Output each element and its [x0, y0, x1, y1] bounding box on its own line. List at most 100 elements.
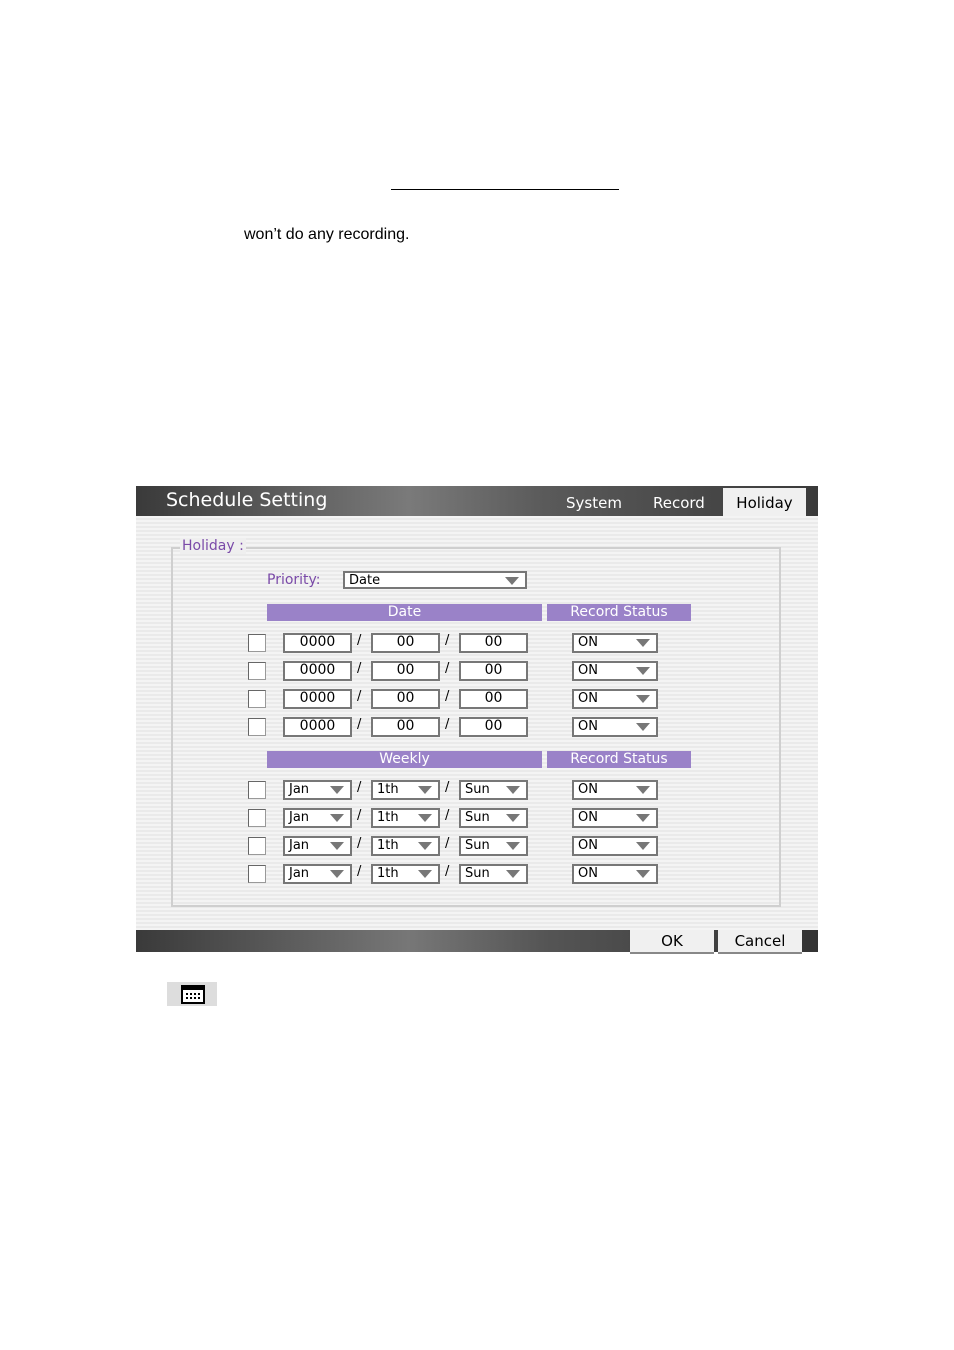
date-row-checkbox[interactable] — [248, 690, 266, 708]
week-value: 1th — [377, 866, 399, 881]
footer-bar: OK Cancel — [136, 930, 818, 954]
weekly-weekday-select[interactable]: Sun — [459, 808, 528, 828]
tab-holiday[interactable]: Holiday — [723, 488, 806, 516]
weekly-record-status-select[interactable]: ON — [572, 808, 658, 828]
chevron-down-icon — [636, 842, 650, 850]
weekly-weekday-select[interactable]: Sun — [459, 836, 528, 856]
weekly-row-checkbox[interactable] — [248, 781, 266, 799]
tab-system[interactable]: System — [566, 494, 622, 512]
separator: / — [357, 717, 362, 732]
separator: / — [445, 836, 450, 851]
weekly-week-select[interactable]: 1th — [371, 780, 440, 800]
month-value: Jan — [289, 838, 310, 853]
date-year-input[interactable]: 0000 — [283, 717, 352, 737]
chevron-down-icon — [636, 723, 650, 731]
chevron-down-icon — [636, 695, 650, 703]
date-year-input[interactable]: 0000 — [283, 689, 352, 709]
date-day-input[interactable]: 00 — [459, 717, 528, 737]
weekday-value: Sun — [465, 782, 490, 797]
date-record-status-select[interactable]: ON — [572, 689, 658, 709]
separator: / — [357, 864, 362, 879]
date-month-input[interactable]: 00 — [371, 689, 440, 709]
weekly-record-status-select[interactable]: ON — [572, 836, 658, 856]
month-value: Jan — [289, 866, 310, 881]
separator: / — [445, 633, 450, 648]
priority-label: Priority: — [267, 572, 321, 588]
title-bar: Schedule Setting System Record Holiday — [136, 486, 818, 516]
chevron-down-icon — [330, 786, 344, 794]
chevron-down-icon — [505, 577, 519, 585]
separator: / — [445, 864, 450, 879]
separator: / — [357, 689, 362, 704]
year-value: 0000 — [299, 718, 336, 734]
chevron-down-icon — [418, 870, 432, 878]
weekly-week-select[interactable]: 1th — [371, 808, 440, 828]
date-month-input[interactable]: 00 — [371, 633, 440, 653]
chevron-down-icon — [506, 814, 520, 822]
weekly-month-select[interactable]: Jan — [283, 836, 352, 856]
chevron-down-icon — [418, 814, 432, 822]
separator: / — [357, 661, 362, 676]
status-value: ON — [578, 838, 598, 853]
weekly-month-select[interactable]: Jan — [283, 864, 352, 884]
weekly-row-checkbox[interactable] — [248, 809, 266, 827]
month-value: Jan — [289, 782, 310, 797]
weekly-record-status-select[interactable]: ON — [572, 864, 658, 884]
separator: / — [445, 780, 450, 795]
separator: / — [357, 633, 362, 648]
record-status-header-weekly: Record Status — [547, 751, 691, 768]
weekly-week-select[interactable]: 1th — [371, 836, 440, 856]
underline-rule — [391, 189, 619, 190]
date-row-checkbox[interactable] — [248, 634, 266, 652]
cancel-button[interactable]: Cancel — [718, 930, 802, 954]
group-label: Holiday : — [180, 538, 246, 554]
ok-button[interactable]: OK — [630, 930, 714, 954]
status-value: ON — [578, 663, 598, 678]
month-value: 00 — [396, 718, 415, 734]
day-value: 00 — [484, 634, 503, 650]
tab-record[interactable]: Record — [653, 494, 705, 512]
date-row-checkbox[interactable] — [248, 662, 266, 680]
weekly-row-checkbox[interactable] — [248, 865, 266, 883]
date-day-input[interactable]: 00 — [459, 633, 528, 653]
priority-value: Date — [349, 573, 381, 588]
chevron-down-icon — [636, 667, 650, 675]
day-value: 00 — [484, 718, 503, 734]
priority-select[interactable]: Date — [343, 571, 527, 589]
weekly-weekday-select[interactable]: Sun — [459, 780, 528, 800]
weekly-weekday-select[interactable]: Sun — [459, 864, 528, 884]
date-record-status-select[interactable]: ON — [572, 633, 658, 653]
date-day-input[interactable]: 00 — [459, 689, 528, 709]
weekly-row-checkbox[interactable] — [248, 837, 266, 855]
year-value: 0000 — [299, 634, 336, 650]
month-value: 00 — [396, 634, 415, 650]
chevron-down-icon — [330, 870, 344, 878]
status-value: ON — [578, 691, 598, 706]
separator: / — [357, 836, 362, 851]
weekly-month-select[interactable]: Jan — [283, 808, 352, 828]
month-value: 00 — [396, 690, 415, 706]
date-month-input[interactable]: 00 — [371, 661, 440, 681]
week-value: 1th — [377, 838, 399, 853]
date-year-input[interactable]: 0000 — [283, 661, 352, 681]
date-year-input[interactable]: 0000 — [283, 633, 352, 653]
weekly-record-status-select[interactable]: ON — [572, 780, 658, 800]
weekday-value: Sun — [465, 810, 490, 825]
month-value: 00 — [396, 662, 415, 678]
status-value: ON — [578, 866, 598, 881]
weekday-value: Sun — [465, 838, 490, 853]
date-row-checkbox[interactable] — [248, 718, 266, 736]
date-day-input[interactable]: 00 — [459, 661, 528, 681]
chevron-down-icon — [418, 842, 432, 850]
calendar-icon — [167, 982, 217, 1006]
date-month-input[interactable]: 00 — [371, 717, 440, 737]
chevron-down-icon — [636, 814, 650, 822]
weekly-week-select[interactable]: 1th — [371, 864, 440, 884]
chevron-down-icon — [330, 814, 344, 822]
status-value: ON — [578, 635, 598, 650]
chevron-down-icon — [506, 786, 520, 794]
weekly-month-select[interactable]: Jan — [283, 780, 352, 800]
date-record-status-select[interactable]: ON — [572, 717, 658, 737]
date-record-status-select[interactable]: ON — [572, 661, 658, 681]
separator: / — [357, 808, 362, 823]
